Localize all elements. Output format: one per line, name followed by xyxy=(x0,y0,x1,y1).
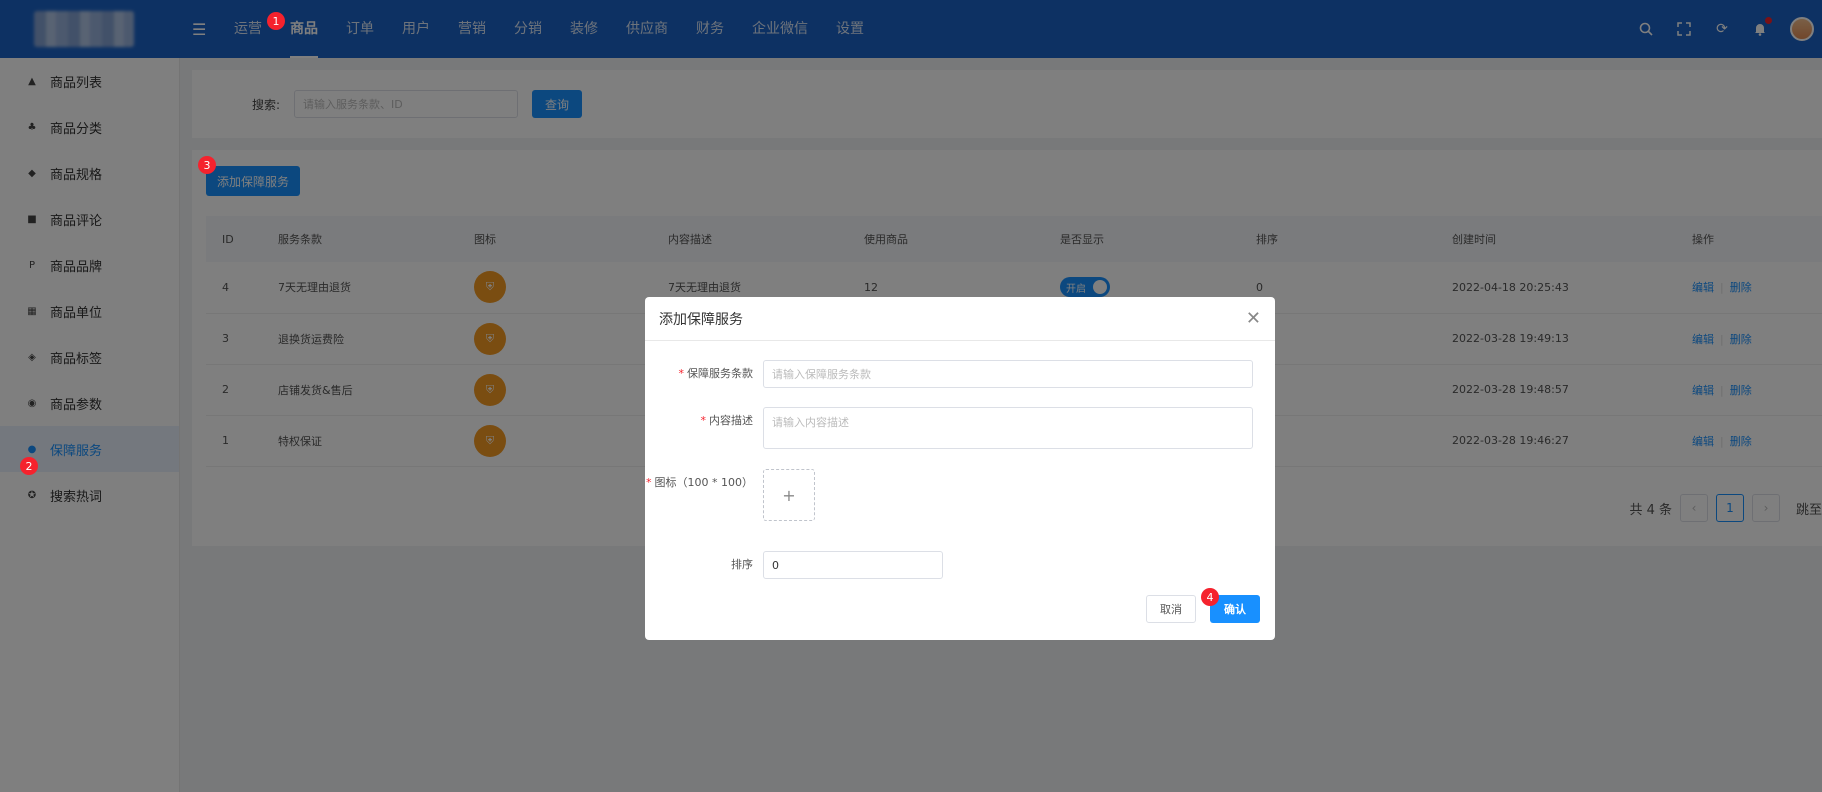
upload-plus-icon[interactable]: + xyxy=(763,469,815,521)
desc-textarea[interactable]: 请输入内容描述 xyxy=(763,407,1253,449)
sort-row: 排序 0 xyxy=(645,551,943,579)
sort-input[interactable]: 0 xyxy=(763,551,943,579)
term-input[interactable]: 请输入保障服务条款 xyxy=(763,360,1253,388)
sort-label: 排序 xyxy=(731,558,753,571)
icon-label: 图标（100 * 100） xyxy=(654,476,753,489)
cancel-button[interactable]: 取消 xyxy=(1146,595,1196,623)
step-badge-3: 3 xyxy=(198,156,216,174)
close-icon[interactable]: ✕ xyxy=(1246,308,1261,329)
desc-row: * 内容描述 请输入内容描述 xyxy=(645,407,1253,449)
desc-label: 内容描述 xyxy=(709,414,753,427)
term-row: * 保障服务条款 请输入保障服务条款 xyxy=(645,360,1253,388)
modal-header: 添加保障服务 ✕ xyxy=(645,297,1275,341)
step-badge-1: 1 xyxy=(267,12,285,30)
modal-title: 添加保障服务 xyxy=(659,311,743,328)
step-badge-2: 2 xyxy=(20,457,38,475)
add-guarantee-modal: 添加保障服务 ✕ * 保障服务条款 请输入保障服务条款 * 内容描述 请输入内容描述… xyxy=(645,297,1275,640)
icon-row: * 图标（100 * 100） + xyxy=(645,469,815,521)
term-label: 保障服务条款 xyxy=(687,367,753,380)
step-badge-4: 4 xyxy=(1201,588,1219,606)
